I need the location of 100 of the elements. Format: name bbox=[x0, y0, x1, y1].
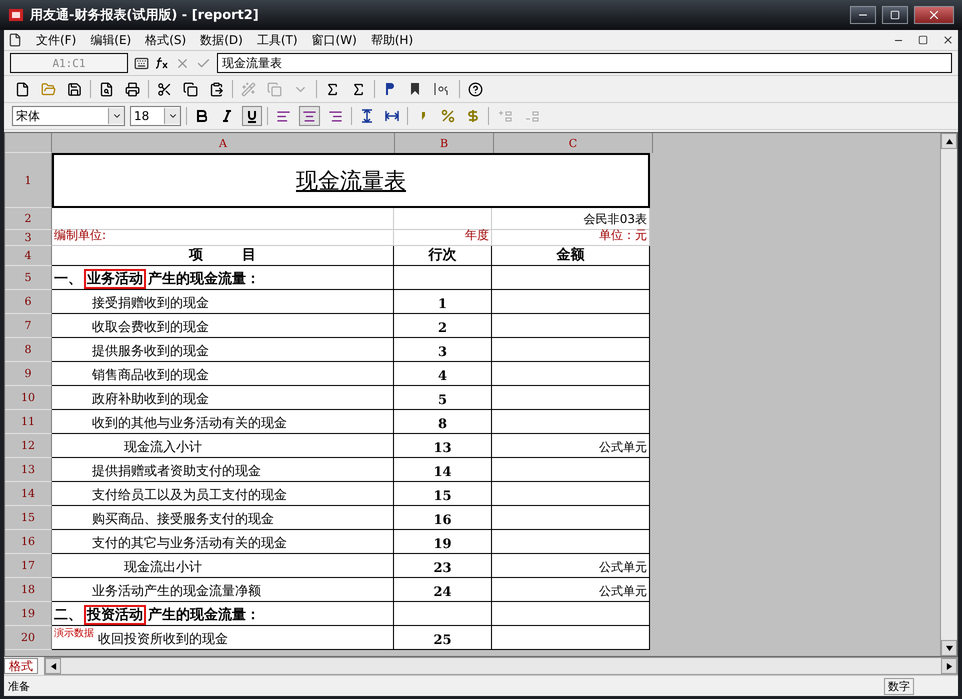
menu-item[interactable]: 窗口(W) bbox=[312, 32, 357, 48]
row-header[interactable]: 10 bbox=[5, 386, 52, 410]
table-cell[interactable] bbox=[394, 602, 492, 626]
down-arrow-icon[interactable] bbox=[946, 644, 952, 652]
row-header[interactable]: 9 bbox=[5, 362, 52, 386]
up-arrow-icon[interactable] bbox=[946, 138, 952, 144]
table-cell[interactable]: 年度 bbox=[394, 230, 492, 246]
table-cell[interactable]: 演示数据 收回投资所收到的现金 bbox=[52, 626, 394, 650]
table-cell[interactable] bbox=[492, 530, 650, 554]
formula-field[interactable]: 现金流量表 bbox=[217, 53, 952, 73]
underline-icon[interactable] bbox=[247, 110, 257, 122]
table-cell[interactable]: 收取会费收到的现金 bbox=[52, 314, 394, 338]
table-cell[interactable]: 支付的其它与业务活动有关的现金 bbox=[52, 530, 394, 554]
table-cell[interactable]: 购买商品、接受服务支付的现金 bbox=[52, 506, 394, 530]
sheet-tab[interactable]: 格式 bbox=[4, 658, 38, 674]
table-cell[interactable] bbox=[492, 482, 650, 506]
row-header[interactable]: 16 bbox=[5, 530, 52, 554]
table-cell[interactable] bbox=[492, 386, 650, 410]
vertical-scrollbar[interactable] bbox=[940, 133, 957, 656]
table-cell[interactable]: 销售商品收到的现金 bbox=[52, 362, 394, 386]
table-cell[interactable]: 提供服务收到的现金 bbox=[52, 338, 394, 362]
table-cell[interactable]: 16 bbox=[394, 506, 492, 530]
table-cell[interactable]: 单位：元 bbox=[492, 230, 650, 246]
table-cell[interactable]: 14 bbox=[394, 458, 492, 482]
table-cell[interactable]: 二、 投资活动 产生的现金流量： bbox=[52, 602, 394, 626]
row-header[interactable]: 17 bbox=[5, 554, 52, 578]
table-cell[interactable]: 4 bbox=[394, 362, 492, 386]
table-cell[interactable]: 接受捐赠收到的现金 bbox=[52, 290, 394, 314]
bold-icon[interactable] bbox=[197, 110, 207, 122]
row-header[interactable]: 3 bbox=[5, 230, 52, 246]
keyboard-icon[interactable] bbox=[134, 56, 149, 70]
table-cell[interactable]: 一、 业务活动 产生的现金流量： bbox=[52, 266, 394, 290]
table-cell[interactable]: 现金流出小计 bbox=[52, 554, 394, 578]
row-header[interactable]: 4 bbox=[5, 246, 52, 266]
row-header[interactable]: 1 bbox=[5, 153, 52, 208]
table-cell[interactable] bbox=[492, 290, 650, 314]
table-cell[interactable]: 8 bbox=[394, 410, 492, 434]
table-cell[interactable]: 1 bbox=[394, 290, 492, 314]
underline-button[interactable] bbox=[242, 106, 262, 126]
table-cell[interactable]: 25 bbox=[394, 626, 492, 650]
corner-cell[interactable] bbox=[5, 133, 52, 153]
table-cell[interactable]: 3 bbox=[394, 338, 492, 362]
table-cell[interactable]: 项 目 bbox=[52, 246, 394, 266]
font-select[interactable]: 宋体 bbox=[12, 106, 125, 126]
table-cell[interactable] bbox=[492, 626, 650, 650]
table-cell[interactable] bbox=[492, 314, 650, 338]
table-cell[interactable] bbox=[492, 338, 650, 362]
minimize-button[interactable] bbox=[850, 6, 876, 24]
close-button[interactable] bbox=[914, 6, 954, 24]
maximize-icon[interactable] bbox=[890, 10, 900, 20]
table-cell[interactable] bbox=[492, 410, 650, 434]
italic-icon[interactable] bbox=[223, 110, 231, 122]
title-cell[interactable]: 现金流量表 bbox=[52, 153, 650, 208]
table-cell[interactable] bbox=[492, 266, 650, 290]
menu-item[interactable]: 文件(F) bbox=[36, 32, 76, 48]
table-cell[interactable]: 政府补助收到的现金 bbox=[52, 386, 394, 410]
table-cell[interactable] bbox=[492, 458, 650, 482]
table-cell[interactable]: 会民非03表 bbox=[492, 208, 650, 230]
menu-item[interactable]: 工具(T) bbox=[256, 32, 298, 48]
table-cell[interactable]: 提供捐赠或者资助支付的现金 bbox=[52, 458, 394, 482]
row-header[interactable]: 11 bbox=[5, 410, 52, 434]
row-header[interactable]: 12 bbox=[5, 434, 52, 458]
table-cell[interactable]: 24 bbox=[394, 578, 492, 602]
table-cell[interactable]: 现金流入小计 bbox=[52, 434, 394, 458]
table-cell[interactable]: 金额 bbox=[492, 246, 650, 266]
table-cell[interactable]: 业务活动产生的现金流量净额 bbox=[52, 578, 394, 602]
close-icon[interactable] bbox=[927, 8, 941, 22]
table-cell[interactable]: 19 bbox=[394, 530, 492, 554]
table-cell[interactable]: 支付给员工以及为员工支付的现金 bbox=[52, 482, 394, 506]
table-cell[interactable]: 行次 bbox=[394, 246, 492, 266]
table-cell[interactable] bbox=[394, 266, 492, 290]
row-header[interactable]: 5 bbox=[5, 266, 52, 290]
close-icon[interactable] bbox=[942, 34, 954, 46]
table-cell[interactable] bbox=[492, 602, 650, 626]
right-arrow-icon[interactable] bbox=[946, 662, 952, 670]
table-cell[interactable]: 公式单元 bbox=[492, 554, 650, 578]
table-cell[interactable]: 13 bbox=[394, 434, 492, 458]
row-header[interactable]: 15 bbox=[5, 506, 52, 530]
menu-item[interactable]: 格式(S) bbox=[145, 32, 186, 48]
table-cell[interactable]: 2 bbox=[394, 314, 492, 338]
font-size-select[interactable]: 18 bbox=[130, 106, 181, 126]
table-cell[interactable]: 15 bbox=[394, 482, 492, 506]
row-header[interactable]: 19 bbox=[5, 602, 52, 626]
row-header[interactable]: 14 bbox=[5, 482, 52, 506]
function-icon[interactable] bbox=[155, 56, 169, 70]
menu-item[interactable]: 帮助(H) bbox=[370, 32, 414, 48]
table-cell[interactable] bbox=[492, 506, 650, 530]
row-header[interactable]: 20 bbox=[5, 626, 52, 650]
restore-icon[interactable] bbox=[918, 35, 928, 45]
maximize-button[interactable] bbox=[882, 6, 908, 24]
row-header[interactable]: 18 bbox=[5, 578, 52, 602]
table-cell[interactable]: 编制单位: bbox=[52, 230, 394, 246]
table-cell[interactable]: 收到的其他与业务活动有关的现金 bbox=[52, 410, 394, 434]
table-cell[interactable] bbox=[492, 362, 650, 386]
table-cell[interactable]: 公式单元 bbox=[492, 434, 650, 458]
row-header[interactable]: 13 bbox=[5, 458, 52, 482]
menu-item[interactable]: 编辑(E) bbox=[90, 32, 132, 48]
table-cell[interactable]: 公式单元 bbox=[492, 578, 650, 602]
row-header[interactable]: 6 bbox=[5, 290, 52, 314]
left-arrow-icon[interactable] bbox=[50, 662, 56, 670]
